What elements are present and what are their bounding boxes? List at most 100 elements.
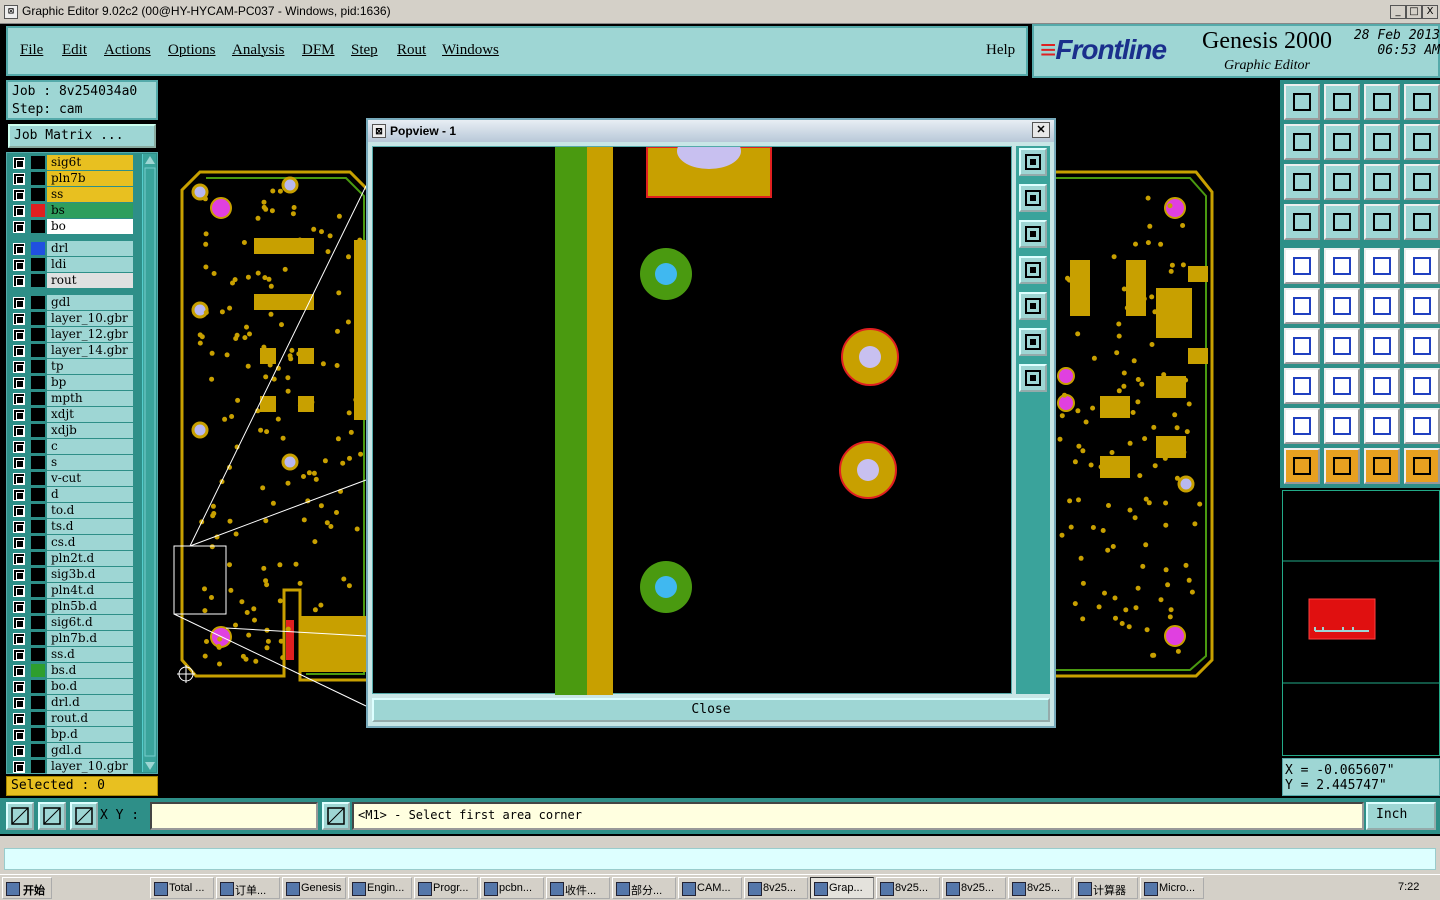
pan-left-icon[interactable] <box>1019 256 1047 284</box>
layer-row[interactable]: pln7b <box>7 171 135 186</box>
layer-right-icon[interactable] <box>1404 204 1440 240</box>
layer-row[interactable]: ss.d <box>7 647 135 662</box>
measure-icon[interactable] <box>1324 204 1360 240</box>
layer-checkbox[interactable] <box>13 761 25 773</box>
open-job-icon[interactable] <box>1284 84 1320 120</box>
pan-left-icon[interactable] <box>1284 124 1320 160</box>
taskbar-item[interactable]: Genesis <box>282 877 346 899</box>
taskbar-item[interactable]: pcbn... <box>480 877 544 899</box>
zoom-1to1-icon[interactable] <box>1364 164 1400 200</box>
layer-row[interactable]: to.d <box>7 503 135 518</box>
layer-row[interactable]: pln7b.d <box>7 631 135 646</box>
layer-left-icon[interactable] <box>1364 204 1400 240</box>
taskbar-item[interactable]: Total ... <box>150 877 214 899</box>
line-icon[interactable] <box>1324 328 1360 364</box>
ruler-icon[interactable] <box>1364 248 1400 284</box>
layer-checkbox[interactable] <box>13 633 25 645</box>
popview-canvas[interactable] <box>372 133 1012 695</box>
window-split-icon[interactable] <box>1404 84 1440 120</box>
layer-row[interactable]: bp.d <box>7 727 135 742</box>
text-icon[interactable] <box>1404 328 1440 364</box>
flip-icon[interactable] <box>1404 124 1440 160</box>
layer-checkbox[interactable] <box>13 345 25 357</box>
layer-row[interactable]: pln2t.d <box>7 551 135 566</box>
window-icon[interactable] <box>70 802 98 830</box>
layer-row[interactable]: tp <box>7 359 135 374</box>
minimize-button[interactable]: _ <box>1390 5 1406 19</box>
menu-dfm[interactable]: DFM <box>302 42 335 59</box>
taskbar-item[interactable]: Micro... <box>1140 877 1204 899</box>
zoom-window-icon[interactable] <box>1019 148 1047 176</box>
layer-row[interactable]: layer_14.gbr <box>7 343 135 358</box>
layer-row[interactable]: rout <box>7 273 135 288</box>
layer-checkbox[interactable] <box>13 313 25 325</box>
menu-step[interactable]: Step <box>351 42 378 59</box>
add-arc-icon[interactable] <box>1404 288 1440 324</box>
layer-checkbox[interactable] <box>13 729 25 741</box>
taskbar-item[interactable]: 计算器 <box>1074 877 1138 899</box>
layer-checkbox[interactable] <box>13 329 25 341</box>
layer-row[interactable]: sig6t <box>7 155 135 170</box>
layer-row[interactable]: ts.d <box>7 519 135 534</box>
layer-checkbox[interactable] <box>13 377 25 389</box>
layer-row[interactable]: drl.d <box>7 695 135 710</box>
menu-rout[interactable]: Rout <box>397 42 426 59</box>
layer-row[interactable]: cs.d <box>7 535 135 550</box>
layer-row[interactable]: rout.d <box>7 711 135 726</box>
layer-checkbox[interactable] <box>13 601 25 613</box>
save-icon[interactable] <box>1324 84 1360 120</box>
layer-row[interactable]: ldi <box>7 257 135 272</box>
layer-checkbox[interactable] <box>13 713 25 725</box>
popview-close-button[interactable]: Close <box>372 698 1050 722</box>
menu-help[interactable]: Help <box>986 42 1015 59</box>
layer-checkbox[interactable] <box>13 425 25 437</box>
strip-input[interactable] <box>4 848 1436 870</box>
layer-row[interactable]: mpth <box>7 391 135 406</box>
pad-icon[interactable] <box>1404 248 1440 284</box>
angle-icon[interactable] <box>1324 408 1360 444</box>
layer-checkbox[interactable] <box>13 617 25 629</box>
layer-checkbox[interactable] <box>13 173 25 185</box>
layer-row[interactable]: bs.d <box>7 663 135 678</box>
rotate-icon[interactable] <box>1364 328 1400 364</box>
taskbar-item[interactable]: 部分... <box>612 877 676 899</box>
grid-icon[interactable] <box>38 802 66 830</box>
arc-up-icon[interactable] <box>1364 408 1400 444</box>
popview-close-icon[interactable]: ✕ <box>1032 122 1050 138</box>
layer-row[interactable]: layer_12.gbr <box>7 327 135 342</box>
taskbar-item[interactable]: Grap... <box>810 877 874 899</box>
layer-row[interactable]: d <box>7 487 135 502</box>
layer-row[interactable]: xdjt <box>7 407 135 422</box>
add-line-icon[interactable] <box>1364 288 1400 324</box>
zoom-center-icon[interactable] <box>1324 164 1360 200</box>
layer-row[interactable]: v-cut <box>7 471 135 486</box>
menu-analysis[interactable]: Analysis <box>232 42 285 59</box>
layer-row[interactable]: gdl.d <box>7 743 135 758</box>
taskbar-item[interactable]: 8v25... <box>876 877 940 899</box>
layer-checkbox[interactable] <box>13 457 25 469</box>
layer-row[interactable]: pln5b.d <box>7 599 135 614</box>
pan-right-icon[interactable] <box>1019 292 1047 320</box>
layer-checkbox[interactable] <box>13 553 25 565</box>
layer-row[interactable]: gdl <box>7 295 135 310</box>
slope-icon[interactable] <box>1284 328 1320 364</box>
delete-icon[interactable] <box>1324 288 1360 324</box>
layer-checkbox[interactable] <box>13 521 25 533</box>
taskbar-item[interactable]: CAM... <box>678 877 742 899</box>
pad-move-icon[interactable] <box>1284 368 1320 404</box>
layer-row[interactable]: pln4t.d <box>7 583 135 598</box>
snap-icon[interactable] <box>6 802 34 830</box>
layer-row[interactable]: c <box>7 439 135 454</box>
layer-checkbox[interactable] <box>13 297 25 309</box>
triangle-icon[interactable] <box>1284 408 1320 444</box>
pan-down-icon[interactable] <box>1019 220 1047 248</box>
filter-icon[interactable] <box>1284 204 1320 240</box>
layer-checkbox[interactable] <box>13 393 25 405</box>
start-button[interactable]: 开始 <box>2 877 52 899</box>
layer-checkbox[interactable] <box>13 585 25 597</box>
resize-icon[interactable] <box>1364 368 1400 404</box>
taskbar-item[interactable]: 订单... <box>216 877 280 899</box>
taskbar-item[interactable]: 8v25... <box>942 877 1006 899</box>
layer-checkbox[interactable] <box>13 221 25 233</box>
layer-checkbox[interactable] <box>13 205 25 217</box>
